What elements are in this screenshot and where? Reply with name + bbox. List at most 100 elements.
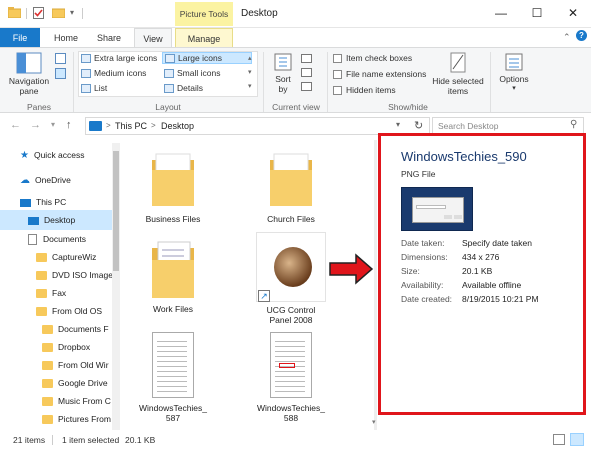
nav-item-folder[interactable]: Music From C — [0, 391, 112, 411]
folder-icon — [152, 153, 194, 206]
navigation-pane-button[interactable]: Navigation pane — [8, 52, 50, 96]
nav-item-folder[interactable]: DVD ISO Image — [0, 265, 112, 285]
group-showhide-label: Show/hide — [388, 102, 428, 112]
nav-item-folder[interactable]: Fax — [0, 283, 112, 303]
tab-manage[interactable]: Manage — [175, 28, 233, 48]
logo-icon — [274, 247, 312, 287]
chevron-up-icon[interactable]: ⌃ — [563, 32, 571, 43]
extra-large-icons-button[interactable]: Extra large icons — [81, 53, 157, 64]
breadcrumb-this-pc[interactable]: This PC — [115, 121, 147, 131]
item-check-boxes-toggle[interactable]: Item check boxes — [333, 53, 412, 64]
tab-file[interactable]: File — [0, 28, 40, 48]
nav-item-folder[interactable]: Dropbox — [0, 337, 112, 357]
date-taken-value[interactable]: Specify date taken — [462, 238, 532, 248]
nav-item-folder[interactable]: Google Drive — [0, 373, 112, 393]
group-by-icon[interactable] — [301, 54, 312, 63]
ribbon-tabs: File Home Share View Manage ⌃ ? — [0, 28, 591, 48]
folder-icon — [36, 253, 47, 263]
chevron-down-icon[interactable]: ▾ — [70, 8, 74, 17]
scrollbar-thumb[interactable] — [113, 151, 119, 271]
nav-item-folder[interactable]: From Old Wir — [0, 355, 112, 375]
hidden-items-toggle[interactable]: Hidden items — [333, 85, 396, 96]
nav-scrollbar[interactable] — [112, 143, 120, 430]
file-item-folder[interactable]: Church Files — [253, 150, 329, 224]
nav-label: Fax — [52, 288, 67, 298]
divider — [327, 52, 328, 112]
details-pane-button[interactable] — [55, 68, 66, 79]
details-button[interactable]: Details — [164, 83, 203, 94]
folder-icon — [42, 415, 53, 425]
date-created-label: Date created: — [401, 294, 453, 304]
file-name-extensions-toggle[interactable]: File name extensions — [333, 69, 426, 80]
nav-item-this-pc[interactable]: This PC — [0, 192, 112, 212]
date-created-value: 8/19/2015 10:21 PM — [462, 294, 539, 304]
nav-label: Documents F — [58, 324, 109, 334]
nav-item-folder[interactable]: From Old OS — [0, 301, 112, 321]
details-view-icon[interactable] — [553, 434, 565, 445]
nav-item-folder[interactable]: CaptureWiz — [0, 247, 112, 267]
size-columns-icon[interactable] — [301, 82, 312, 91]
file-item-folder[interactable]: Work Files — [135, 238, 211, 314]
back-icon[interactable]: ← — [10, 119, 21, 131]
nav-item-quick-access[interactable]: ★ Quick access — [0, 145, 112, 165]
more-icon[interactable]: ▾ — [248, 82, 252, 90]
recent-locations-icon[interactable]: ▾ — [51, 120, 55, 129]
nav-label: OneDrive — [35, 175, 71, 185]
file-item-shortcut[interactable]: ↗ UCG Control Panel 2008 — [253, 232, 329, 325]
list-label: List — [94, 83, 108, 93]
file-label: Work Files — [153, 304, 193, 314]
tab-view[interactable]: View — [134, 28, 172, 48]
nav-item-desktop[interactable]: Desktop — [0, 210, 112, 230]
group-panes-label: Panes — [26, 102, 52, 112]
nav-item-folder[interactable]: Documents F — [0, 319, 112, 339]
preview-thumbnail — [401, 187, 473, 231]
forward-icon[interactable]: → — [30, 119, 41, 131]
close-button[interactable]: ✕ — [555, 0, 591, 28]
cloud-icon: ☁ — [20, 175, 30, 186]
navigation-pane-icon — [16, 52, 42, 74]
file-label: WindowsTechies_ — [138, 403, 208, 413]
file-label: Church Files — [267, 214, 315, 224]
hide-selected-label: Hide selected — [432, 76, 484, 86]
search-icon: ⚲ — [570, 119, 578, 130]
list-button[interactable]: List — [81, 83, 108, 94]
nav-item-onedrive[interactable]: ☁ OneDrive — [0, 170, 112, 190]
add-columns-icon[interactable] — [301, 68, 312, 77]
this-pc-icon — [89, 121, 102, 131]
hidden-items-label: Hidden items — [346, 85, 396, 95]
chevron-down-icon[interactable]: ▾ — [396, 120, 400, 129]
options-button[interactable]: Options ▾ — [494, 52, 534, 92]
help-icon[interactable]: ? — [576, 30, 587, 41]
small-icons-button[interactable]: Small icons — [164, 68, 220, 79]
properties-icon[interactable] — [33, 7, 45, 19]
hide-selected-items-button[interactable]: Hide selected items — [430, 52, 486, 96]
dimensions-label: Dimensions: — [401, 252, 448, 262]
sort-label-2: by — [278, 84, 288, 94]
tab-home[interactable]: Home — [50, 28, 82, 48]
minimize-button[interactable]: — — [483, 0, 519, 28]
sort-by-button[interactable]: Sort by — [270, 52, 296, 94]
scroll-down-icon[interactable]: ▾ — [248, 68, 252, 76]
file-item-image[interactable]: WindowsTechies_ 588 — [253, 332, 329, 423]
chevron-down-icon: ▾ — [512, 85, 516, 92]
content-scrollbar[interactable] — [374, 140, 377, 430]
file-item-folder[interactable]: Business Files — [135, 150, 211, 224]
nav-item-documents[interactable]: Documents — [0, 229, 112, 249]
maximize-button[interactable]: ☐ — [519, 0, 555, 28]
new-folder-icon[interactable] — [51, 7, 66, 19]
breadcrumb-desktop[interactable]: Desktop — [161, 121, 194, 131]
up-icon[interactable]: ↑ — [66, 119, 72, 131]
large-icons-button[interactable]: Large icons — [162, 52, 252, 64]
date-taken-label: Date taken: — [401, 238, 445, 248]
refresh-icon[interactable]: ↻ — [414, 119, 423, 132]
file-label: UCG Control — [266, 305, 316, 315]
scroll-up-icon[interactable]: ▴ — [248, 54, 252, 62]
medium-icons-button[interactable]: Medium icons — [81, 68, 146, 79]
tab-share[interactable]: Share — [92, 28, 126, 48]
nav-item-folder[interactable]: Pictures From — [0, 409, 112, 429]
divider — [73, 52, 74, 112]
scroll-down-icon[interactable]: ▾ — [372, 418, 376, 426]
large-icons-view-icon[interactable] — [570, 433, 584, 446]
file-item-image[interactable]: WindowsTechies_ 587 — [135, 332, 211, 423]
preview-pane-button[interactable] — [55, 53, 66, 64]
